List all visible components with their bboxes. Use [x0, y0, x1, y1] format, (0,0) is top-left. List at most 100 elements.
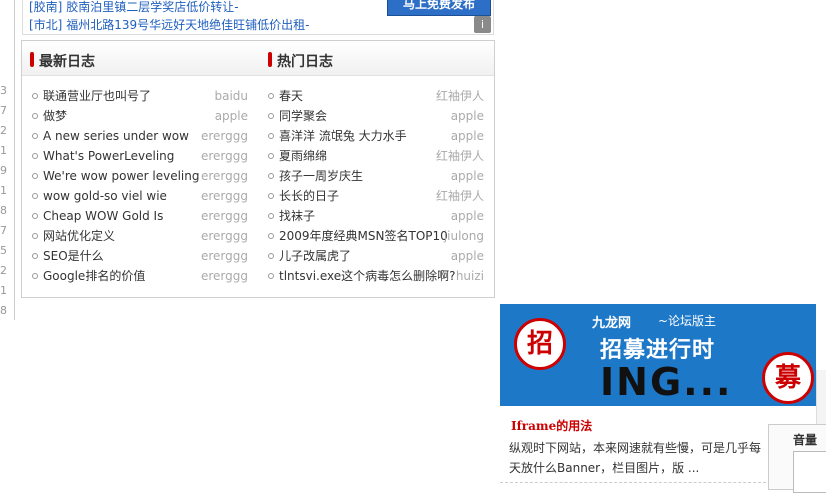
article-title-link[interactable]: Iframe的用法 [511, 417, 592, 434]
divider [500, 482, 766, 483]
latest-blog-item-title[interactable]: 联通营业厅也叫号了 [43, 87, 151, 105]
left-edge-column: 3 7 2 1 9 1 8 7 5 2 1 8 [0, 0, 15, 320]
ad-line-1[interactable]: [胶南] 胶南泊里镇二层学奖店低价转让- [29, 0, 239, 15]
latest-blog-item-title[interactable]: 做梦 [43, 107, 67, 125]
ad-line-2-tag[interactable]: [市北] [29, 18, 62, 32]
bullet-icon [32, 213, 38, 219]
hot-blog-item-author[interactable]: 红袖伊人 [436, 87, 484, 105]
bullet-icon [268, 213, 274, 219]
hot-blogs-list: 春天 红袖伊人 同学聚会 apple 喜洋洋 流氓兔 大力水手 apple 夏雨绵绵 红袖伊人… [268, 87, 484, 287]
latest-blog-item-author[interactable]: ererggg [201, 187, 248, 205]
latest-blog-item-author[interactable]: ererggg [201, 147, 248, 165]
hot-blog-item-title[interactable]: 春天 [279, 87, 303, 105]
hot-blog-item: 找袜子 apple [268, 207, 484, 227]
ad-line-2-text[interactable]: 福州北路139号华远好天地绝佳旺铺低价出租- [66, 18, 309, 32]
latest-blog-item-author[interactable]: ererggg [201, 127, 248, 145]
blog-panel: 最新日志 热门日志 联通营业厅也叫号了 baidu 做梦 apple A new ser… [21, 40, 495, 298]
hot-blogs-title: 热门日志 [268, 51, 333, 71]
latest-blog-item-author[interactable]: ererggg [201, 167, 248, 185]
hot-blog-item-title[interactable]: 找袜子 [279, 207, 315, 225]
latest-blog-item-author[interactable]: ererggg [201, 247, 248, 265]
hot-blog-item-title[interactable]: 2009年度经典MSN签名TOP10 [279, 227, 448, 245]
latest-blog-item-author[interactable]: ererggg [201, 227, 248, 245]
hot-blog-item: 长长的日子 红袖伊人 [268, 187, 484, 207]
left-edge-number: 1 [0, 284, 7, 297]
article-excerpt: 纵观时下网站，本来网速就有些慢，可是几乎每天放什么Banner，栏目图片，版 .… [509, 441, 762, 475]
latest-blog-item: 网站优化定义 ererggg [32, 227, 248, 247]
hot-blog-item-title[interactable]: 儿子改属虎了 [279, 247, 351, 265]
volume-popup: 音量 [768, 424, 826, 493]
hot-blog-item-title[interactable]: 喜洋洋 流氓兔 大力水手 [279, 127, 407, 145]
hot-blog-item-author[interactable]: apple [451, 247, 484, 265]
hot-blog-item: 儿子改属虎了 apple [268, 247, 484, 267]
hot-blog-item: 春天 红袖伊人 [268, 87, 484, 107]
volume-label: 音量 [793, 433, 818, 447]
bullet-icon [32, 153, 38, 159]
recruit-banner[interactable]: 招 九龙网 ~论坛版主 招募进行时 ING... 募 [500, 304, 816, 406]
banner-circle-left: 招 [514, 318, 566, 370]
left-edge-number: 1 [0, 144, 7, 157]
hot-blog-item-title[interactable]: 孩子一周岁庆生 [279, 167, 363, 185]
left-edge-number: 2 [0, 264, 7, 277]
bullet-icon [268, 273, 274, 279]
hot-blog-item-title[interactable]: 同学聚会 [279, 107, 327, 125]
banner-circle-right: 募 [762, 352, 814, 404]
bullet-icon [268, 93, 274, 99]
left-edge-number: 8 [0, 204, 7, 217]
bullet-icon [268, 133, 274, 139]
hot-blog-item: tlntsvi.exe这个病毒怎么删除啊? huizi [268, 267, 484, 287]
banner-brand: 九龙网 [592, 316, 632, 331]
latest-blog-item-title[interactable]: A new series under wow [43, 127, 189, 145]
latest-blog-item-title[interactable]: Cheap WOW Gold Is [43, 207, 163, 225]
bullet-icon [32, 113, 38, 119]
hot-blog-item-title[interactable]: 长长的日子 [279, 187, 339, 205]
bullet-icon [32, 233, 38, 239]
hot-blog-item-title[interactable]: tlntsvi.exe这个病毒怎么删除啊? [279, 267, 456, 285]
hot-blog-item-author[interactable]: apple [451, 127, 484, 145]
ad-line-2[interactable]: [市北] 福州北路139号华远好天地绝佳旺铺低价出租- [29, 16, 309, 33]
latest-blogs-title: 最新日志 [30, 51, 95, 71]
hot-blog-item-title[interactable]: 夏雨绵绵 [279, 147, 327, 165]
left-edge-number: 5 [0, 244, 7, 257]
hot-blog-item: 2009年度经典MSN签名TOP10 jiulong [268, 227, 484, 247]
latest-blog-item-title[interactable]: wow gold-so viel wie [43, 187, 167, 205]
latest-blog-item: We're wow power leveling ererggg [32, 167, 248, 187]
hot-blog-item-author[interactable]: 红袖伊人 [436, 187, 484, 205]
bullet-icon [268, 193, 274, 199]
ad-line-1-text[interactable]: 胶南泊里镇二层学奖店低价转让- [66, 0, 238, 14]
latest-blog-item-title[interactable]: What's PowerLeveling [43, 147, 174, 165]
latest-blog-item: 做梦 apple [32, 107, 248, 127]
latest-blog-item-title[interactable]: Google排名的价值 [43, 267, 145, 285]
latest-blog-item-author[interactable]: baidu [214, 87, 248, 105]
bullet-icon [268, 233, 274, 239]
hot-blog-item-author[interactable]: 红袖伊人 [436, 147, 484, 165]
left-edge-number: 7 [0, 224, 7, 237]
left-edge-number: 8 [0, 304, 7, 317]
volume-field[interactable] [793, 451, 826, 493]
latest-blog-item: Cheap WOW Gold Is ererggg [32, 207, 248, 227]
latest-blog-item-author[interactable]: ererggg [201, 267, 248, 285]
latest-blog-item-title[interactable]: 网站优化定义 [43, 227, 115, 245]
hot-blog-item-author[interactable]: apple [451, 167, 484, 185]
latest-blog-item-author[interactable]: ererggg [201, 207, 248, 225]
hot-blog-item-author[interactable]: jiulong [444, 227, 484, 245]
latest-blogs-list: 联通营业厅也叫号了 baidu 做梦 apple A new series under … [32, 87, 248, 287]
ad-line-1-tag[interactable]: [胶南] [29, 0, 62, 14]
bullet-icon [268, 173, 274, 179]
left-edge-number: 3 [0, 84, 7, 97]
latest-blog-item-title[interactable]: We're wow power leveling [43, 167, 200, 185]
latest-blog-item-title[interactable]: SEO是什么 [43, 247, 104, 265]
latest-blog-item-author[interactable]: apple [215, 107, 248, 125]
latest-blog-item: SEO是什么 ererggg [32, 247, 248, 267]
hot-blog-item-author[interactable]: apple [451, 107, 484, 125]
left-edge-number: 7 [0, 104, 7, 117]
info-icon[interactable]: i [474, 16, 491, 33]
hot-blog-item-author[interactable]: huizi [456, 267, 484, 285]
free-post-button[interactable]: 马上免费发布 [387, 0, 491, 16]
latest-blog-item: 联通营业厅也叫号了 baidu [32, 87, 248, 107]
hot-blog-item-author[interactable]: apple [451, 207, 484, 225]
bullet-icon [32, 273, 38, 279]
bullet-icon [32, 133, 38, 139]
latest-blog-item: Google排名的价值 ererggg [32, 267, 248, 287]
left-edge-number: 1 [0, 184, 7, 197]
